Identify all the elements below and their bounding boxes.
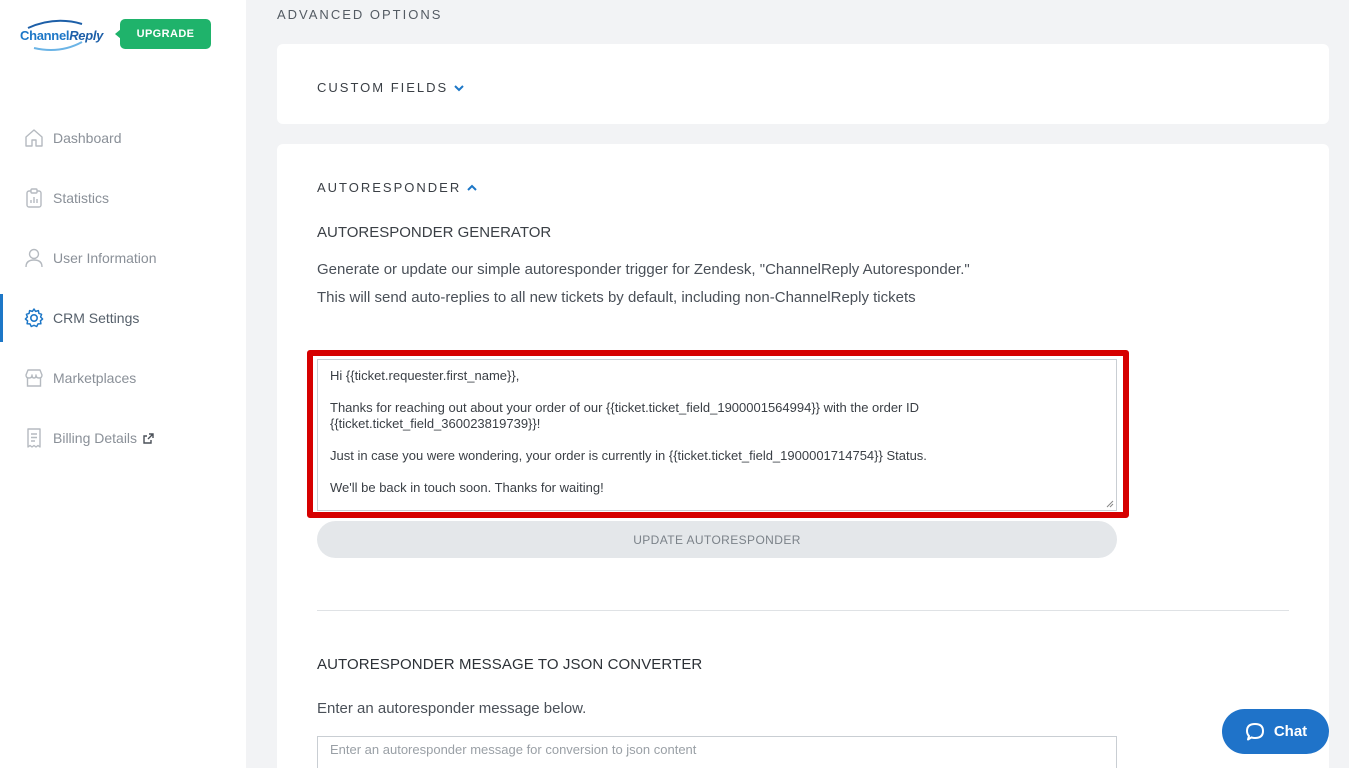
sidebar-item-marketplaces[interactable]: Marketplaces	[0, 354, 246, 402]
sidebar-item-user-information[interactable]: User Information	[0, 234, 246, 282]
autoresponder-toggle[interactable]: AUTORESPONDER	[317, 180, 477, 195]
converter-message-input[interactable]: Enter an autoresponder message for conve…	[317, 736, 1117, 768]
sidebar-item-crm-settings[interactable]: CRM Settings	[0, 294, 246, 342]
autoresponder-card: AUTORESPONDER AUTORESPONDER GENERATOR Ge…	[277, 144, 1329, 768]
converter-description: Enter an autoresponder message below.	[317, 700, 587, 717]
generator-description: Generate or update our simple autorespon…	[317, 261, 970, 306]
home-icon	[25, 129, 43, 147]
converter-title: AUTORESPONDER MESSAGE TO JSON CONVERTER	[317, 656, 703, 673]
sidebar-item-billing-details[interactable]: Billing Details	[0, 414, 246, 462]
upgrade-button[interactable]: UPGRADE	[115, 19, 211, 49]
chevron-up-icon	[467, 184, 477, 191]
sidebar-item-label: Dashboard	[53, 130, 122, 146]
external-link-icon[interactable]	[143, 433, 154, 444]
update-autoresponder-button[interactable]: UPDATE AUTORESPONDER	[317, 521, 1117, 558]
message-line: Thanks for reaching out about your order…	[330, 400, 923, 431]
sidebar: ChannelReply UPGRADE Dashboard Statistic…	[0, 0, 246, 768]
chat-button[interactable]: Chat	[1222, 709, 1329, 754]
receipt-icon	[27, 428, 41, 448]
sidebar-item-label: CRM Settings	[53, 310, 140, 326]
sidebar-item-label: Statistics	[53, 190, 110, 206]
sidebar-item-label: User Information	[53, 250, 157, 266]
generator-title: AUTORESPONDER GENERATOR	[317, 224, 552, 241]
sidebar-item-statistics[interactable]: Statistics	[0, 174, 246, 222]
custom-fields-toggle[interactable]: CUSTOM FIELDS	[317, 80, 464, 95]
gear-icon	[24, 308, 44, 328]
logo-text: ChannelReply	[20, 28, 103, 43]
autoresponder-heading: AUTORESPONDER	[317, 180, 462, 195]
divider	[317, 610, 1289, 611]
custom-fields-card: CUSTOM FIELDS	[277, 44, 1329, 124]
user-icon	[25, 248, 43, 268]
resize-handle-icon[interactable]	[1105, 499, 1114, 508]
store-icon	[25, 369, 43, 387]
sidebar-item-label: Marketplaces	[53, 370, 137, 386]
channelreply-logo[interactable]: ChannelReply	[20, 18, 103, 54]
autoresponder-message-textarea[interactable]: Hi {{ticket.requester.first_name}}, Than…	[317, 359, 1117, 511]
logo-channel-text: Channel	[20, 28, 70, 43]
chat-bubble-icon	[1245, 722, 1264, 740]
sidebar-item-label: Billing Details	[53, 430, 138, 446]
chat-label: Chat	[1273, 723, 1308, 740]
section-title: ADVANCED OPTIONS	[277, 7, 443, 22]
clipboard-icon	[26, 188, 42, 208]
sidebar-item-dashboard[interactable]: Dashboard	[0, 114, 246, 162]
message-line: We'll be back in touch soon. Thanks for …	[330, 480, 604, 495]
message-line: Hi {{ticket.requester.first_name}},	[330, 368, 520, 383]
sidebar-item-label-wrap: Billing Details	[53, 430, 154, 446]
logo-reply-text: Reply	[69, 28, 104, 43]
custom-fields-heading: CUSTOM FIELDS	[317, 80, 449, 95]
chevron-down-icon	[454, 84, 464, 91]
message-line: Just in case you were wondering, your or…	[330, 448, 927, 463]
